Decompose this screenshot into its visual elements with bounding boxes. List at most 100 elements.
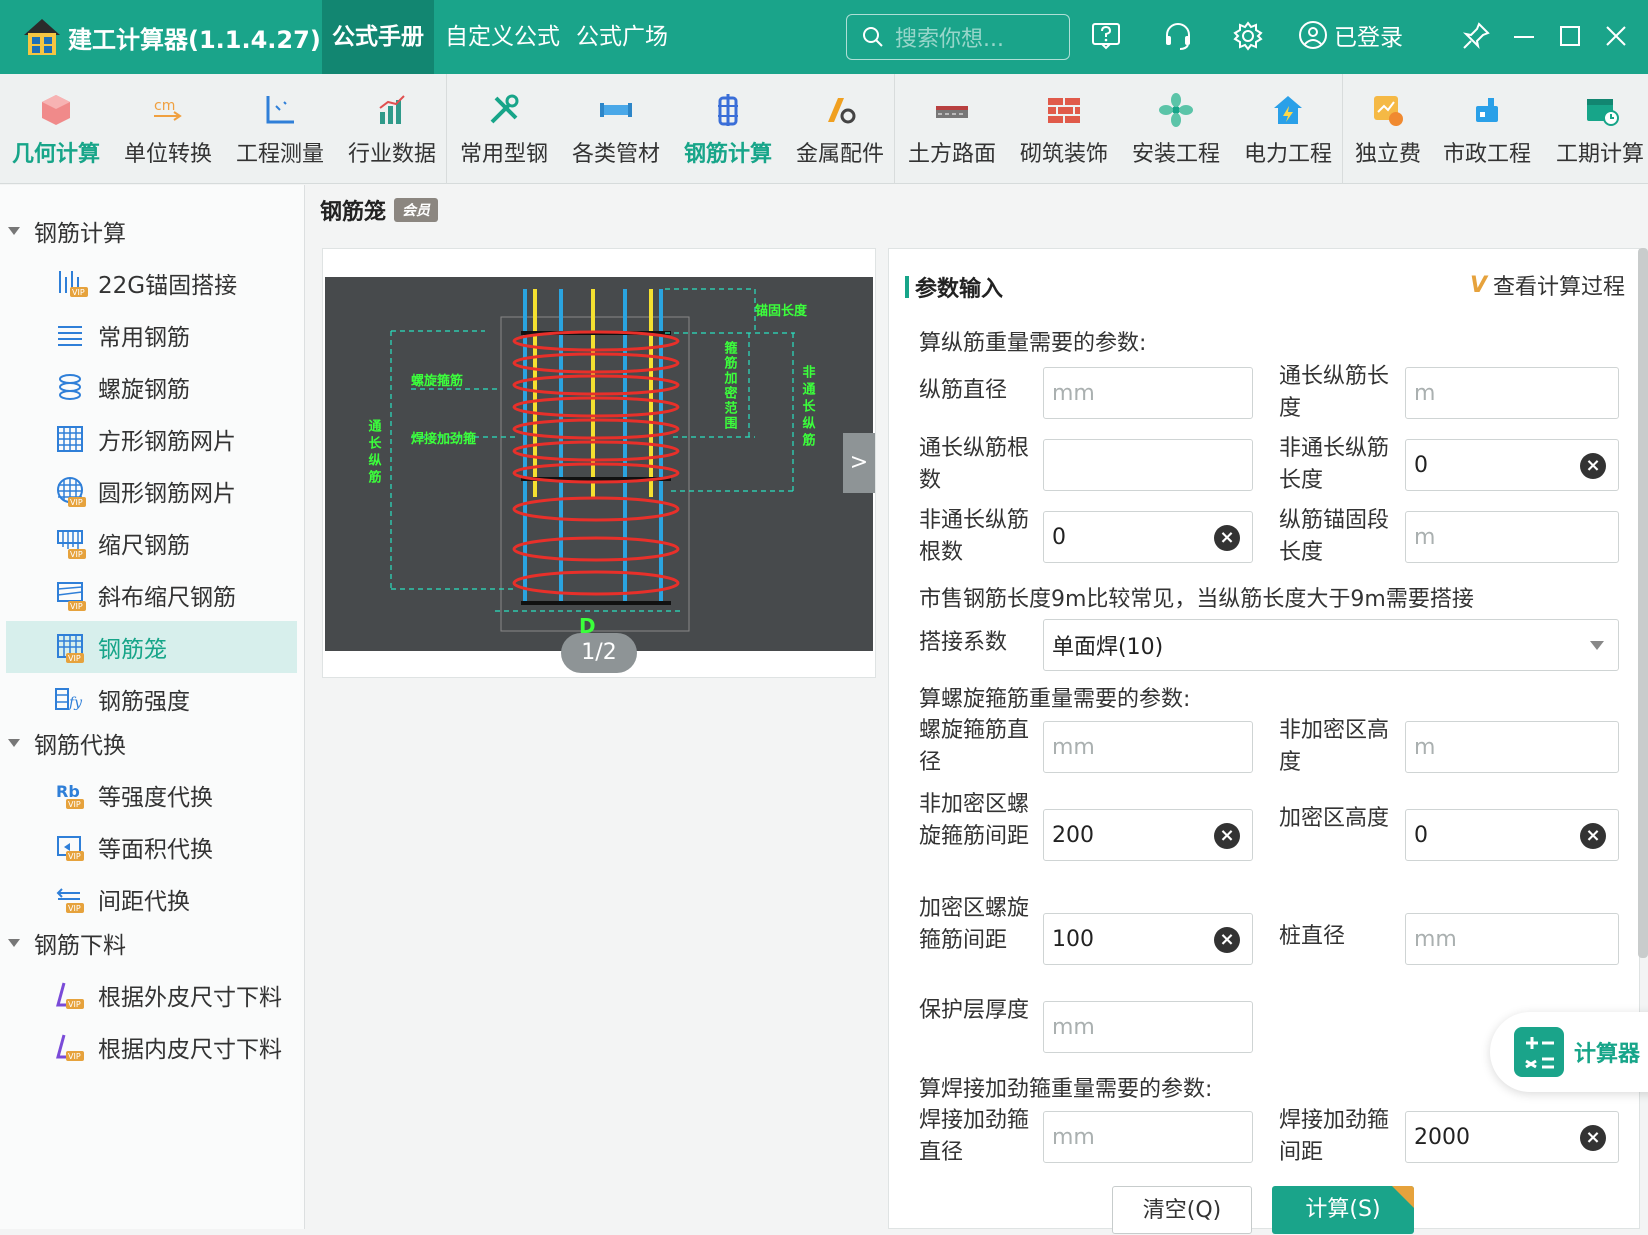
help-icon[interactable] <box>1090 20 1122 52</box>
sidebar-item-common-rebar[interactable]: 常用钢筋 <box>6 309 297 361</box>
collapse-triangle-icon <box>8 939 20 947</box>
minimize-icon[interactable] <box>1508 20 1540 52</box>
tool-power[interactable]: 电力工程 <box>1232 74 1344 184</box>
svg-text:fy: fy <box>68 695 83 711</box>
sidebar-group-rebar-calc[interactable]: 钢筋计算 <box>8 211 126 251</box>
tool-metal-fitting[interactable]: 金属配件 <box>784 74 896 184</box>
maximize-icon[interactable] <box>1554 20 1586 52</box>
note-longitudinal: 算纵筋重量需要的参数: <box>919 331 1147 356</box>
app-logo-icon <box>24 19 60 55</box>
collapse-triangle-icon <box>8 227 20 235</box>
tool-steel-section[interactable]: 常用型钢 <box>448 74 560 184</box>
tool-unit-convert[interactable]: cm 单位转换 <box>112 74 224 184</box>
tab-custom-formula[interactable]: 自定义公式 <box>435 0 570 74</box>
sidebar-item-rebar-strength[interactable]: fy 钢筋强度 <box>6 673 297 725</box>
nondense-height-input[interactable]: m <box>1405 721 1619 773</box>
nondense-spacing-input[interactable]: 200 × <box>1043 809 1253 861</box>
tool-masonry[interactable]: 砌筑装饰 <box>1008 74 1120 184</box>
sidebar-item-scaled-rebar[interactable]: VIP 缩尺钢筋 <box>6 517 297 569</box>
lap-factor-select[interactable]: 单面焊(10) <box>1043 619 1619 671</box>
nonfull-bar-length-input[interactable]: 0 × <box>1405 439 1619 491</box>
clear-icon[interactable]: × <box>1214 525 1240 551</box>
tool-geometry[interactable]: 几何计算 <box>0 74 112 184</box>
label-dense-height: 加密区高度 <box>1279 806 1390 831</box>
sidebar-item-diagonal-scaled-rebar[interactable]: VIP 斜布缩尺钢筋 <box>6 569 297 621</box>
equal-area-icon: VIP <box>57 836 84 861</box>
bar-chart-icon <box>379 95 405 124</box>
label-cover-thickness: 保护层厚度 <box>919 998 1030 1023</box>
tool-independent-fee[interactable]: 独立费 <box>1338 74 1438 184</box>
sidebar-item-label: 等强度代换 <box>98 785 213 811</box>
tool-rebar[interactable]: 钢筋计算 <box>672 74 784 184</box>
sidebar-item-spiral-rebar[interactable]: 螺旋钢筋 <box>6 361 297 413</box>
sidebar-item-equal-strength[interactable]: Rb VIP 等强度代换 <box>6 769 297 821</box>
tool-municipal[interactable]: 市政工程 <box>1432 74 1542 184</box>
placeholder: m <box>1414 380 1436 406</box>
member-badge: 会员 <box>394 198 439 222</box>
sidebar-item-anchor-lap[interactable]: VIP 22G锚固搭接 <box>6 257 297 309</box>
tab-formula-square[interactable]: 公式广场 <box>566 0 678 74</box>
clear-button[interactable]: 清空(Q) <box>1112 1186 1252 1234</box>
value: 0 <box>1414 452 1428 478</box>
cover-thickness-input[interactable]: mm <box>1043 1001 1253 1053</box>
pin-icon[interactable] <box>1460 20 1492 52</box>
diagonal-scaled-icon: VIP <box>57 582 86 611</box>
sidebar-item-inner-dimension[interactable]: VIP 根据内皮尺寸下料 <box>6 1021 297 1073</box>
sidebar-item-rebar-cage[interactable]: VIP 钢筋笼 <box>6 621 297 673</box>
full-bar-count-input[interactable] <box>1043 439 1253 491</box>
tool-measure[interactable]: 工程测量 <box>224 74 336 184</box>
spiral-diameter-input[interactable]: mm <box>1043 721 1253 773</box>
fee-icon <box>1374 96 1403 126</box>
sidebar-item-square-mesh[interactable]: 方形钢筋网片 <box>6 413 297 465</box>
vip-mark-icon: V <box>1469 272 1487 298</box>
bar-diameter-input[interactable]: mm <box>1043 367 1253 419</box>
view-process-link[interactable]: V 查看计算过程 <box>1470 269 1625 301</box>
sidebar-item-spacing-substitution[interactable]: VIP 间距代换 <box>6 873 297 925</box>
tool-pipe[interactable]: 各类管材 <box>560 74 672 184</box>
tool-duration[interactable]: 工期计算 <box>1546 74 1648 184</box>
sidebar-item-label: 常用钢筋 <box>98 325 190 351</box>
search-input[interactable]: 搜索你想... <box>846 14 1070 60</box>
sidebar-group-rebar-substitution[interactable]: 钢筋代换 <box>8 723 126 763</box>
sidebar-item-round-mesh[interactable]: VIP 圆形钢筋网片 <box>6 465 297 517</box>
vip-corner-icon <box>1392 1186 1414 1208</box>
clear-icon[interactable]: × <box>1580 823 1606 849</box>
value: 200 <box>1052 822 1094 848</box>
sidebar-item-outer-dimension[interactable]: VIP 根据外皮尺寸下料 <box>6 969 297 1021</box>
toolbar-divider <box>446 74 447 184</box>
dense-height-input[interactable]: 0 × <box>1405 809 1619 861</box>
calculate-button[interactable]: 计算(S) <box>1272 1186 1414 1234</box>
login-status[interactable]: 已登录 <box>1298 18 1403 52</box>
cube-icon <box>42 95 70 125</box>
clear-icon[interactable]: × <box>1214 823 1240 849</box>
clear-icon[interactable]: × <box>1214 927 1240 953</box>
weld-spacing-input[interactable]: 2000 × <box>1405 1111 1619 1163</box>
value: 100 <box>1052 926 1094 952</box>
full-bar-length-input[interactable]: m <box>1405 367 1619 419</box>
diagram-card: 锚固长度 螺旋箍筋 焊接加劲箍 箍筋加密范围 通长纵筋 非通长纵筋 D > 1/… <box>322 248 876 678</box>
next-image-button[interactable]: > <box>843 433 875 493</box>
sidebar-item-label: 钢筋笼 <box>98 637 167 663</box>
sidebar-item-equal-area[interactable]: VIP 等面积代换 <box>6 821 297 873</box>
form-scrollbar[interactable] <box>1638 248 1648 958</box>
placeholder: m <box>1414 734 1436 760</box>
tool-label: 工期计算 <box>1555 142 1644 167</box>
gear-icon[interactable] <box>1232 20 1264 52</box>
dense-spacing-input[interactable]: 100 × <box>1043 913 1253 965</box>
weld-diameter-input[interactable]: mm <box>1043 1111 1253 1163</box>
nonfull-bar-count-input[interactable]: 0 × <box>1043 511 1253 563</box>
close-icon[interactable] <box>1600 20 1632 52</box>
measure-icon <box>266 96 294 124</box>
tool-installation[interactable]: 安装工程 <box>1120 74 1232 184</box>
headset-icon[interactable] <box>1162 20 1194 52</box>
tool-industry-data[interactable]: 行业数据 <box>336 74 448 184</box>
clear-icon[interactable]: × <box>1580 453 1606 479</box>
anchor-length-input[interactable]: m <box>1405 511 1619 563</box>
sidebar-group-rebar-cutting[interactable]: 钢筋下料 <box>8 923 126 963</box>
clear-icon[interactable]: × <box>1580 1125 1606 1151</box>
tool-earthwork[interactable]: 土方路面 <box>896 74 1008 184</box>
tool-label: 市政工程 <box>1442 142 1531 167</box>
pile-diameter-input[interactable]: mm <box>1405 913 1619 965</box>
floating-calculator-button[interactable]: 计算器 <box>1490 1012 1648 1092</box>
tab-formula-manual[interactable]: 公式手册 <box>322 0 434 74</box>
